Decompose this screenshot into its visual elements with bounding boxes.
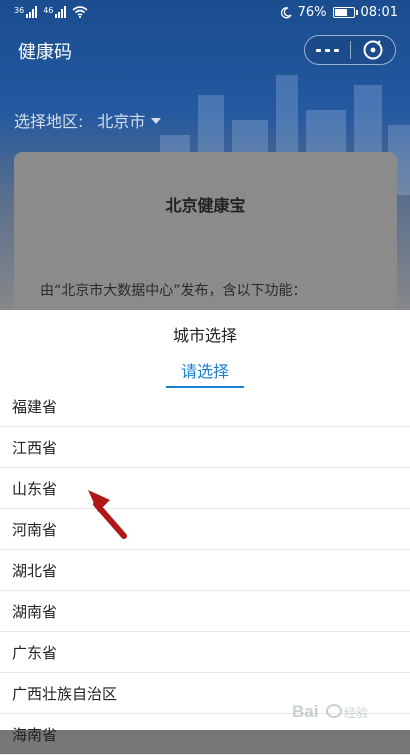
more-button[interactable]: [305, 36, 350, 64]
more-dots-icon: [315, 48, 339, 52]
close-circle-icon: [363, 40, 383, 60]
card-description: 由“北京市大数据中心”发布，含以下功能：: [40, 283, 307, 299]
svg-text:Bai: Bai: [292, 702, 318, 721]
page-title: 健康码: [18, 42, 72, 63]
signal-tag: 46: [43, 6, 54, 15]
province-option[interactable]: 广东省: [0, 632, 410, 673]
moon-icon: [280, 6, 292, 18]
province-option[interactable]: 福建省: [0, 386, 410, 427]
sheet-title: 城市选择: [172, 326, 237, 345]
province-option[interactable]: 湖南省: [0, 591, 410, 632]
red-arrow-annotation-icon: [88, 490, 127, 539]
region-selector[interactable]: 选择地区: 北京市: [14, 108, 162, 132]
wifi-icon: [72, 6, 88, 18]
card-title: 北京健康宝: [165, 196, 246, 215]
signal-tag: 36: [14, 6, 25, 15]
clock-time: 08:01: [360, 5, 398, 20]
battery-percent: 76%: [297, 5, 327, 20]
signal-icon: 36: [14, 6, 38, 18]
region-value: 北京市: [97, 112, 146, 131]
province-option[interactable]: 山东省: [0, 468, 410, 509]
battery-icon: [332, 7, 358, 18]
close-button[interactable]: [351, 36, 396, 64]
province-option[interactable]: 湖北省: [0, 550, 410, 591]
region-label: 选择地区:: [14, 112, 84, 131]
title-bar: 健康码: [0, 30, 410, 70]
caret-down-icon: [151, 118, 162, 124]
status-bar: 36 46 76% 08:01: [0, 0, 410, 28]
tab-please-select[interactable]: 请选择: [166, 358, 244, 382]
province-option[interactable]: 江西省: [0, 427, 410, 468]
svg-text:经验: 经验: [344, 705, 368, 720]
city-picker-sheet: 城市选择 请选择 福建省 江西省 山东省 河南省 湖北省 湖南省 广东省 广西壮…: [0, 310, 410, 755]
signal-icon: 46: [43, 6, 67, 18]
province-option[interactable]: 河南省: [0, 509, 410, 550]
miniapp-capsule: [304, 35, 396, 65]
baidu-watermark-logo: Bai 经验: [292, 702, 368, 721]
